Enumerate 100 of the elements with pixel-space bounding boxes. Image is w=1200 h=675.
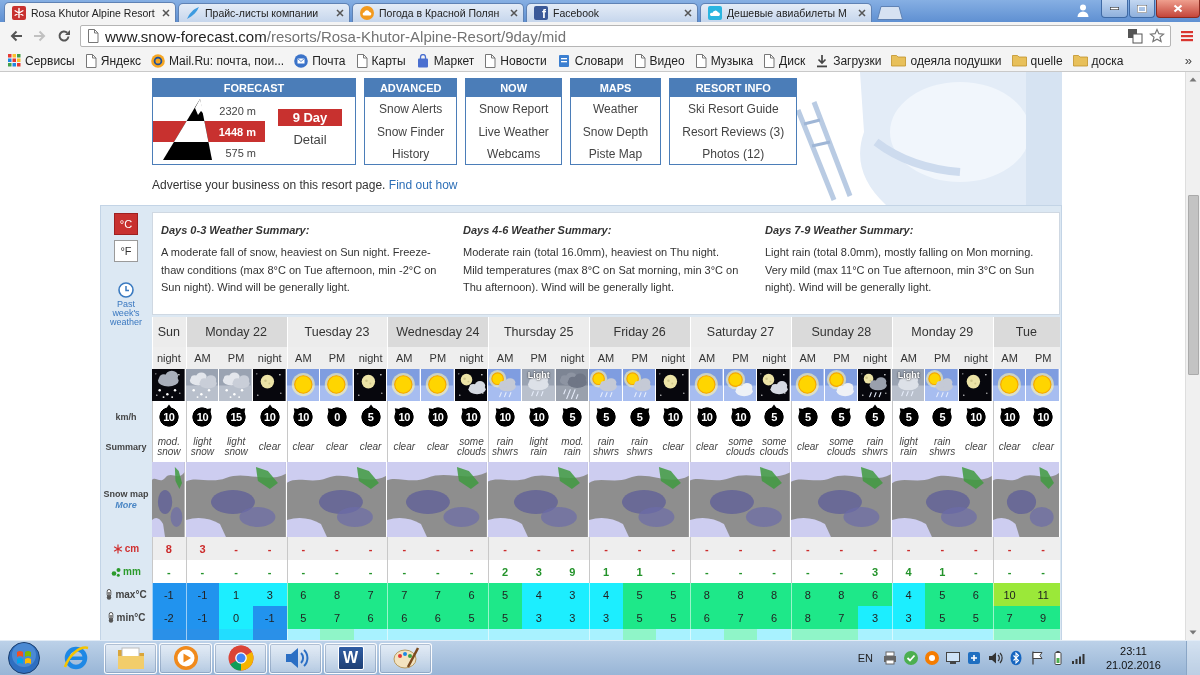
bookmark-link[interactable]: Сервисы: [8, 53, 75, 68]
bookmark-link[interactable]: Почта: [294, 53, 346, 68]
table-cell: 3: [891, 606, 926, 629]
play-icon[interactable]: [172, 645, 199, 671]
bookmark-link[interactable]: Музыка: [694, 53, 754, 68]
unit-button[interactable]: °C: [114, 213, 138, 235]
more-bookmarks-button[interactable]: »: [1184, 53, 1192, 68]
cloud-icon: [360, 6, 374, 20]
bookmark-link[interactable]: Загрузки: [815, 53, 882, 68]
back-arrow-icon[interactable]: [8, 28, 24, 44]
table-cell: -1: [185, 583, 220, 606]
bookmark-link[interactable]: доска: [1072, 53, 1124, 68]
maximize-button[interactable]: [1129, 0, 1155, 18]
table-cell: 6: [353, 606, 388, 629]
bookmark-link[interactable]: quelle: [1011, 53, 1063, 68]
clock-icon[interactable]: [118, 282, 134, 298]
close-icon[interactable]: [510, 9, 518, 17]
table-cell: 6: [286, 583, 321, 606]
scrollbar-thumb[interactable]: [1187, 195, 1199, 375]
letter-tile[interactable]: W: [337, 646, 364, 670]
close-icon[interactable]: [684, 9, 692, 17]
bookmark-link[interactable]: Новости: [484, 53, 547, 68]
new-tab-button[interactable]: [877, 6, 903, 20]
printer-icon[interactable]: [881, 650, 898, 666]
nav-link[interactable]: Resort Reviews (3): [682, 120, 785, 143]
table-cell: -: [824, 560, 859, 583]
star-icon[interactable]: [1149, 28, 1165, 44]
close-icon[interactable]: [858, 9, 866, 17]
taskbar-button[interactable]: [379, 642, 432, 674]
taskbar-button[interactable]: [159, 642, 212, 674]
address-field[interactable]: www.snow-forecast.com/resorts/Rosa-Khutor-Alpine-Resort/9day/mid: [80, 25, 1171, 47]
close-icon[interactable]: [336, 9, 344, 17]
nav-link[interactable]: Snow Finder: [377, 120, 445, 143]
browser-tab[interactable]: Прайс-листы компании: [178, 3, 350, 22]
taskbar-button[interactable]: [269, 642, 322, 674]
check-badge-icon[interactable]: [902, 650, 919, 666]
elevation-option[interactable]: 2320 m: [213, 100, 265, 121]
bookmark-link[interactable]: Маркет: [415, 53, 475, 68]
table-cell: clear: [387, 432, 422, 462]
elevation-option[interactable]: 1448 m: [213, 121, 265, 142]
table-cell: 3: [521, 560, 556, 583]
browser-tab[interactable]: Погода в Красной Полян: [352, 3, 524, 22]
view-button[interactable]: 9 Day: [278, 109, 342, 126]
ring-orbit-icon[interactable]: [61, 644, 90, 672]
bookmark-link[interactable]: Диск: [763, 53, 806, 68]
table-cell: -: [992, 537, 1027, 560]
bookmark-link[interactable]: Яндекс: [84, 53, 142, 68]
bookmark-link[interactable]: Видео: [633, 53, 685, 68]
table-cell: -: [219, 560, 253, 583]
monitor-icon[interactable]: [944, 650, 961, 666]
table-cell: -: [353, 537, 388, 560]
nav-link[interactable]: Ski Resort Guide: [687, 98, 779, 121]
wheel-icon[interactable]: [226, 644, 255, 672]
menu-icon[interactable]: [1179, 28, 1195, 44]
period-header: PM: [824, 347, 859, 369]
nav-link[interactable]: History: [392, 143, 430, 166]
minimize-button[interactable]: [1101, 0, 1128, 18]
translate-icon[interactable]: [1127, 28, 1143, 44]
row-label: Summary: [105, 442, 147, 452]
user-icon[interactable]: [1076, 3, 1090, 17]
period-header: AM: [690, 347, 724, 369]
text-link[interactable]: Find out how: [388, 178, 458, 192]
bookmark-link[interactable]: одеяла подушки: [891, 53, 1002, 68]
nav-link[interactable]: Weather: [592, 98, 639, 121]
table-cell: -: [252, 560, 287, 583]
table-cell: -: [656, 560, 691, 583]
taskbar-button[interactable]: W: [324, 642, 377, 674]
page-icon: [355, 53, 368, 68]
table-cell: -: [152, 560, 186, 583]
start-button[interactable]: [6, 641, 42, 675]
day-header: Tue: [992, 317, 1060, 347]
bookmark-link[interactable]: Карты: [355, 53, 406, 68]
nav-link[interactable]: Snow Depth: [582, 120, 649, 143]
nav-link[interactable]: Snow Alerts: [379, 98, 443, 121]
table-cell: 3: [858, 560, 892, 583]
reload-icon[interactable]: [56, 28, 72, 44]
browser-tab[interactable]: Rosa Khutor Alpine Resort: [4, 2, 176, 22]
unit-button[interactable]: °F: [114, 240, 138, 262]
taskbar-button[interactable]: [104, 642, 157, 674]
nav-link[interactable]: Webcams: [487, 143, 541, 166]
browser-tab[interactable]: Дешевые авиабилеты М: [700, 3, 872, 22]
close-button[interactable]: [1156, 0, 1200, 18]
nav-link[interactable]: Photos (12): [702, 143, 765, 166]
nav-link[interactable]: Live Weather: [478, 120, 549, 143]
close-icon[interactable]: [162, 8, 170, 17]
nav-link[interactable]: Snow Report: [478, 98, 549, 121]
table-cell: 1: [219, 583, 253, 606]
nav-link[interactable]: Piste Map: [588, 143, 643, 166]
table-cell: -: [1026, 537, 1060, 560]
browser-tab[interactable]: f Facebook: [526, 3, 698, 22]
past-weather-link[interactable]: Past week's weather: [106, 300, 146, 327]
taskbar-button[interactable]: [214, 642, 267, 674]
clock-date: 21.02.2016: [1105, 658, 1161, 672]
view-link[interactable]: Detail: [278, 131, 342, 148]
bookmark-link[interactable]: Mail.Ru: почта, пои...: [151, 53, 285, 68]
speaker-icon[interactable]: [986, 650, 1003, 666]
elevation-option[interactable]: 575 m: [213, 142, 265, 163]
app-tile-icon[interactable]: [965, 650, 982, 666]
language-indicator[interactable]: EN: [857, 652, 873, 664]
bookmark-link[interactable]: Словари: [556, 53, 624, 68]
